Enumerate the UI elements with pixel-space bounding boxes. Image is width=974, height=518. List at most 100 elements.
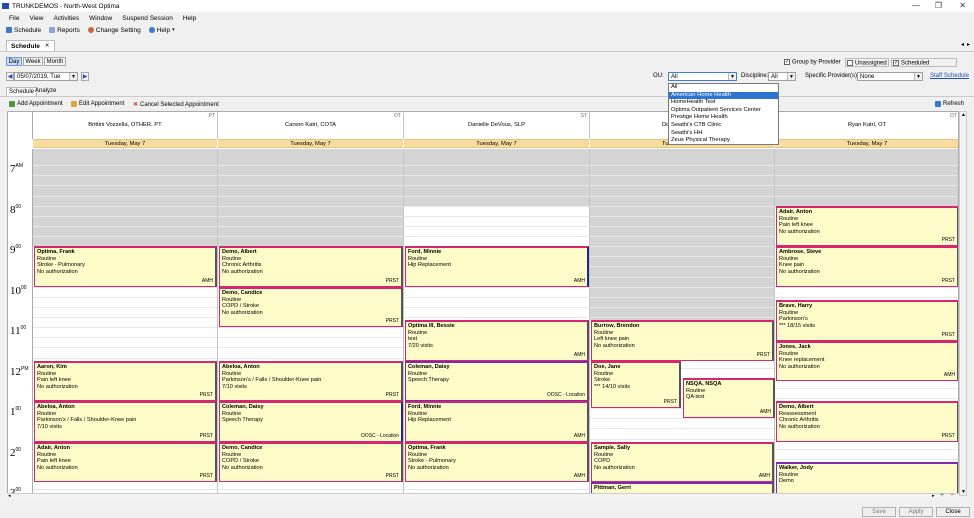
appointment-card[interactable]: Aaron, Kim Routine Pain left knee No author…: [34, 361, 217, 401]
appointment-card[interactable]: Ford, Minnie Routine Hip Replacement AMH: [405, 246, 589, 287]
week-view-button[interactable]: Week: [23, 57, 43, 66]
ou-option[interactable]: Swathi's HH: [669, 130, 778, 138]
location-code: PRST: [199, 392, 213, 399]
menu-suspend-session[interactable]: Suspend Session: [122, 15, 173, 22]
date-picker[interactable]: 05/07/2019, Tue ▼: [14, 72, 78, 81]
chevron-down-icon[interactable]: ▼: [69, 73, 77, 80]
previous-day-button[interactable]: ◀: [6, 72, 14, 81]
appointment-card[interactable]: Abeloa, Anton Routine Parkinson's / Falls …: [34, 401, 217, 442]
unassigned-option[interactable]: Unassigned: [845, 58, 889, 67]
chevron-down-icon[interactable]: ▼: [914, 73, 922, 80]
apply-button[interactable]: Apply: [899, 507, 933, 517]
appointment-card[interactable]: Adair, Anton Routine Pain left knee No auth…: [34, 442, 217, 482]
scroll-tabs-left-icon[interactable]: ◂: [961, 41, 964, 48]
scroll-up-icon[interactable]: ▲: [961, 112, 966, 118]
ou-select[interactable]: All ▼: [668, 72, 737, 81]
discipline-select[interactable]: All ▼: [768, 72, 796, 81]
appointment-detail: Routine: [779, 215, 799, 222]
appointment-card[interactable]: Walker, JodyRoutineDemoOOSC - Location: [776, 462, 958, 495]
ou-option[interactable]: All: [669, 84, 778, 92]
group-by-provider-checkbox[interactable]: ✓: [784, 59, 790, 65]
edit-appointment-label: Edit Appointment: [79, 101, 125, 107]
add-appointment-button[interactable]: Add Appointment: [9, 101, 63, 107]
ou-option[interactable]: Optima Outpatient Services Center: [669, 107, 778, 115]
menu-window[interactable]: Window: [89, 15, 112, 22]
appointment-card[interactable]: NSQA, NSQA Routine QA test AMH: [683, 378, 775, 418]
appointment-card[interactable]: Coleman, Daisy Routine Speech Therapy OOSC …: [405, 361, 589, 401]
close-tab-icon[interactable]: ✕: [45, 43, 50, 49]
chevron-down-icon[interactable]: ▼: [728, 73, 736, 80]
group-by-provider-option[interactable]: ✓ Group by Provider: [784, 59, 841, 66]
appointment-detail: Routine: [594, 370, 614, 377]
zoom-in-icon[interactable]: +: [940, 492, 944, 499]
specific-provider-select[interactable]: None ▼: [857, 72, 923, 81]
vertical-scrollbar[interactable]: ▲ ▼: [959, 111, 967, 496]
close-button[interactable]: Close: [936, 507, 970, 517]
appointment-detail: Routine: [37, 370, 57, 377]
reports-toolbar-button[interactable]: Reports: [49, 27, 80, 34]
menu-help[interactable]: Help: [183, 15, 196, 22]
ou-option-highlighted[interactable]: American Home Health: [669, 91, 778, 100]
help-toolbar-button[interactable]: Help ▾: [148, 27, 175, 34]
chevron-down-icon[interactable]: ▼: [787, 73, 795, 80]
appointment-card[interactable]: Demo, Candice Routine COPD / Stroke No auth…: [219, 442, 403, 482]
menu-activities[interactable]: Activities: [53, 15, 79, 22]
scroll-left-icon[interactable]: ◂: [8, 493, 11, 499]
unassigned-checkbox[interactable]: [847, 60, 853, 66]
next-day-button[interactable]: ▶: [81, 72, 89, 81]
appointment-card[interactable]: Abeloa, Anton Routine Parkinson's / Falls …: [219, 361, 403, 401]
staff-schedule-link[interactable]: Staff Schedule: [930, 73, 969, 79]
appointment-card[interactable]: Adair, Anton Routine Pain left knee No auth…: [776, 206, 958, 246]
change-setting-toolbar-button[interactable]: Change Setting: [87, 27, 141, 34]
location-code: PRST: [385, 392, 399, 399]
appointment-card[interactable]: Demo, Albert Routine Chronic Arthritis No a…: [219, 246, 403, 287]
save-button[interactable]: Save: [862, 507, 896, 517]
scroll-down-icon[interactable]: ▼: [961, 489, 966, 495]
appointment-card[interactable]: Optima, Frank Routine Stroke - Pulmonary No…: [34, 246, 217, 287]
scheduled-checkbox[interactable]: ✓: [893, 60, 899, 66]
appointment-card[interactable]: Demo, Candice Routine COPD / Stroke No auth…: [219, 287, 403, 327]
appointment-card[interactable]: Burrow, Brendon Routine Left knee pain No a…: [591, 320, 774, 361]
cancel-appointment-button[interactable]: ✕ Cancel Selected Appointment: [133, 101, 219, 109]
schedule-toolbar-button[interactable]: Schedule: [6, 27, 41, 34]
appointment-detail: Stroke: [594, 377, 611, 384]
menu-view[interactable]: View: [29, 15, 43, 22]
day-view-button[interactable]: Day: [6, 57, 22, 66]
subtab-analyze[interactable]: Analyze: [35, 88, 56, 94]
ou-option[interactable]: Zeus Physical Therapy: [669, 137, 778, 145]
appointment-detail: Left knee pain: [594, 336, 630, 343]
edit-appointment-button[interactable]: Edit Appointment: [71, 101, 124, 107]
hour-suffix: 00: [15, 406, 22, 412]
settings-icon: [87, 27, 94, 33]
appointment-card[interactable]: Coleman, Daisy Routine Speech Therapy OOSC …: [219, 401, 403, 442]
scheduled-option[interactable]: ✓ Scheduled: [891, 58, 957, 67]
appointment-detail: Hip Replacement: [408, 262, 451, 269]
appointment-card[interactable]: Ambrose, Steve Routine Knee pain No authori…: [776, 246, 958, 287]
menu-file[interactable]: File: [9, 15, 19, 22]
appointment-card[interactable]: Optima III, Bessie Routine test 7/20 visits…: [405, 320, 589, 361]
ou-option[interactable]: Prestige Home Health: [669, 114, 778, 122]
scroll-right-icon[interactable]: ▸: [932, 493, 935, 499]
appointment-card[interactable]: Optima, Frank Routine Stroke - Pulmonary No…: [405, 442, 589, 482]
appointment-card[interactable]: Doe, Jane Routine Stroke *** 14/10 visits PR…: [591, 361, 681, 408]
subtab-schedule[interactable]: Schedule: [6, 87, 38, 96]
appointment-detail: No authorization: [408, 464, 449, 471]
appointment-card[interactable]: Sample, Sally Routine COPD No authorization…: [591, 442, 774, 482]
zoom-out-icon[interactable]: −: [950, 492, 954, 499]
appointment-card[interactable]: Jones, Jack Routine Knee replacement No aut…: [776, 341, 958, 381]
restore-button[interactable]: ❐: [935, 1, 942, 10]
ou-option[interactable]: HomeHealth Test: [669, 99, 778, 107]
horizontal-scrollbar[interactable]: ◂ ▸ + −: [7, 492, 959, 499]
tab-schedule[interactable]: Schedule ✕: [6, 40, 55, 51]
month-view-button[interactable]: Month: [44, 57, 66, 66]
provider-type: OT: [394, 113, 401, 119]
scroll-tabs-right-icon[interactable]: ▸: [967, 41, 970, 48]
appointment-card[interactable]: Brave, Harry Routine Parkinson's *** 18/15 …: [776, 300, 958, 341]
minimize-button[interactable]: —: [912, 1, 920, 10]
appointment-card[interactable]: Ford, Minnie Routine Hip Replacement AMH: [405, 401, 589, 442]
patient-name: Walker, Jody: [779, 465, 813, 471]
close-window-button[interactable]: ✕: [959, 1, 966, 10]
refresh-button[interactable]: Refresh: [935, 101, 964, 107]
ou-option[interactable]: Swathi's CTB Clinic: [669, 122, 778, 130]
appointment-card[interactable]: Demo, Albert Reassessment Chronic Arthriti…: [776, 401, 958, 442]
